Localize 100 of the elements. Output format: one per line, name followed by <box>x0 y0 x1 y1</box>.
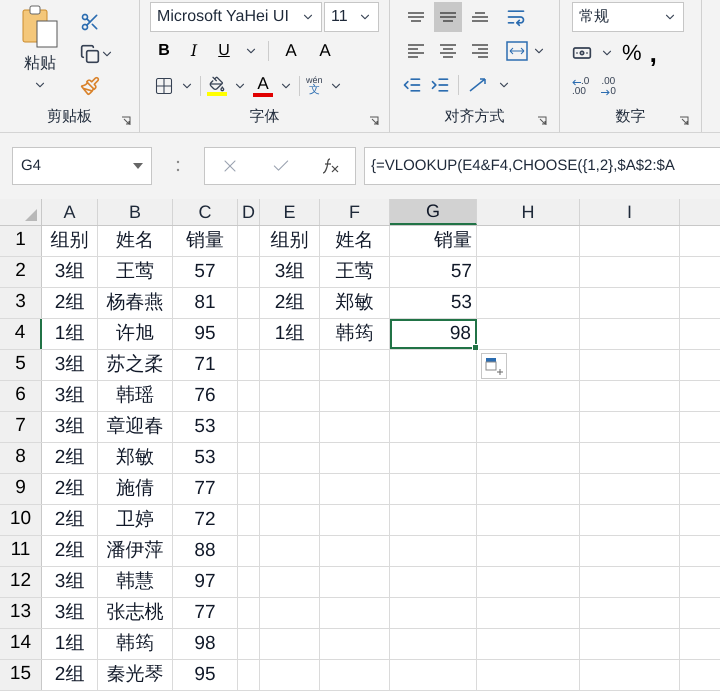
column-header[interactable]: C <box>173 199 238 225</box>
number-format-select[interactable]: 常规 <box>572 2 684 32</box>
column-header[interactable]: I <box>580 199 680 225</box>
left-arrow-icon <box>572 78 581 86</box>
row-header[interactable]: 7 <box>0 412 42 442</box>
row-header[interactable]: 15 <box>0 660 42 690</box>
paste-icon[interactable] <box>20 4 60 50</box>
table-cell-text: 销量 <box>186 228 224 253</box>
table-cell-text: 2组 <box>54 662 84 687</box>
table-cell-text: 3组 <box>54 352 84 377</box>
copy-icon[interactable] <box>80 44 100 64</box>
table-cell-text: 88 <box>194 538 216 563</box>
paste-label[interactable]: 粘贴 <box>24 52 56 76</box>
column-header[interactable]: A <box>42 199 98 225</box>
table-cell-text: 杨春燕 <box>106 290 164 315</box>
row-header[interactable]: 10 <box>0 505 42 535</box>
table-cell-text: 组别 <box>270 228 308 253</box>
align-right-icon <box>471 44 489 58</box>
column-header[interactable]: G <box>390 199 477 225</box>
merge-center-icon[interactable] <box>506 41 528 61</box>
table-cell-text: 组别 <box>50 228 88 253</box>
table-cell-text: 77 <box>194 600 216 625</box>
column-header[interactable]: E <box>260 199 320 225</box>
dropdown-icon[interactable] <box>133 163 143 169</box>
column-header[interactable]: D <box>238 199 260 225</box>
quick-analysis-icon[interactable] <box>481 353 507 379</box>
table-cell-text: 98 <box>450 322 471 346</box>
table-cell-text: 2组 <box>54 538 84 563</box>
percent-button[interactable]: % <box>622 42 642 64</box>
row-header[interactable]: 2 <box>0 257 42 287</box>
table-cell-text: 95 <box>194 322 216 346</box>
row-header[interactable]: 8 <box>0 443 42 473</box>
group-label: 字体 <box>250 106 280 127</box>
table-cell-text: 施倩 <box>116 476 154 501</box>
table-cell-text: 3组 <box>54 384 84 408</box>
table-cell-text: 章迎春 <box>106 414 164 439</box>
right-arrow-icon <box>601 88 610 96</box>
table-cell-text: 3组 <box>54 570 84 594</box>
shrink-font-button[interactable]: A <box>313 38 337 64</box>
dialog-launcher-icon[interactable] <box>121 116 131 126</box>
row-header[interactable]: 11 <box>0 536 42 566</box>
row-header[interactable]: 14 <box>0 629 42 659</box>
table-cell-text: 潘伊萍 <box>106 538 164 563</box>
borders-icon[interactable] <box>154 76 174 96</box>
table-cell-text: 81 <box>194 290 216 315</box>
table-cell-text: 1组 <box>54 322 84 346</box>
table-cell-text: 2组 <box>54 508 84 532</box>
font-color-button[interactable]: A <box>257 75 269 93</box>
font-color-bar <box>253 93 273 97</box>
fill-handle[interactable] <box>472 344 479 351</box>
name-box[interactable]: G4 <box>12 147 152 185</box>
table-cell-text: 郑敏 <box>116 446 154 470</box>
table-cell-text: 53 <box>194 414 216 439</box>
align-bottom-icon <box>471 12 489 22</box>
align-center-icon <box>439 44 457 58</box>
bold-button[interactable]: B <box>154 39 174 63</box>
format-painter-icon[interactable] <box>80 76 100 96</box>
font-name-select[interactable]: Microsoft YaHei UI <box>150 2 322 32</box>
column-header[interactable]: H <box>477 199 580 225</box>
increase-decimal-button[interactable]: .0 .00 <box>572 77 590 97</box>
fill-color-bar <box>207 92 227 96</box>
phonetic-button[interactable]: wén 文 <box>306 76 323 96</box>
row-header[interactable]: 5 <box>0 350 42 380</box>
group-label: 剪贴板 <box>47 106 92 127</box>
table-cell-text: 韩慧 <box>116 570 154 594</box>
table-cell-text: 57 <box>450 260 472 284</box>
table-cell-text: 郑敏 <box>336 290 374 315</box>
underline-button[interactable]: U <box>214 39 234 63</box>
table-cell-text: 3组 <box>274 260 304 284</box>
fill-color-icon[interactable] <box>209 76 225 92</box>
row-header[interactable]: 1 <box>0 226 42 256</box>
table-cell-text: 韩筠 <box>116 632 154 656</box>
row-header[interactable]: 6 <box>0 381 42 411</box>
table-cell-text: 2组 <box>54 446 84 470</box>
italic-button[interactable]: I <box>184 39 204 63</box>
drag-handle-icon[interactable] <box>176 159 180 173</box>
table-cell-text: 2组 <box>54 290 84 315</box>
row-header[interactable]: 9 <box>0 474 42 504</box>
dialog-launcher-icon[interactable] <box>369 116 379 126</box>
row-header[interactable]: 4 <box>0 319 42 349</box>
row-header[interactable]: 13 <box>0 598 42 628</box>
column-header[interactable]: B <box>98 199 173 225</box>
formula-field[interactable]: {=VLOOKUP(E4&F4,CHOOSE({1,2},$A$2:$A <box>364 147 720 185</box>
table-cell-text: 3组 <box>54 414 84 439</box>
table-cell-text: 95 <box>194 662 216 687</box>
dialog-launcher-icon[interactable] <box>537 116 547 126</box>
table-cell-text: 韩筠 <box>336 322 374 346</box>
font-size-select[interactable]: 11 <box>324 2 379 32</box>
table-cell-text: 许旭 <box>116 322 154 346</box>
group-label: 数字 <box>616 106 646 127</box>
row-header[interactable]: 12 <box>0 567 42 597</box>
comma-button[interactable]: , <box>650 40 657 66</box>
grow-font-button[interactable]: A <box>279 38 303 64</box>
vertical-align-button[interactable] <box>434 2 462 32</box>
insert-function-icon[interactable] <box>322 158 340 174</box>
row-header[interactable]: 3 <box>0 288 42 318</box>
cut-icon[interactable] <box>80 12 100 32</box>
table-cell-text: 53 <box>194 446 216 470</box>
dialog-launcher-icon[interactable] <box>679 116 689 126</box>
decrease-decimal-button[interactable]: .00 0 <box>601 77 616 97</box>
